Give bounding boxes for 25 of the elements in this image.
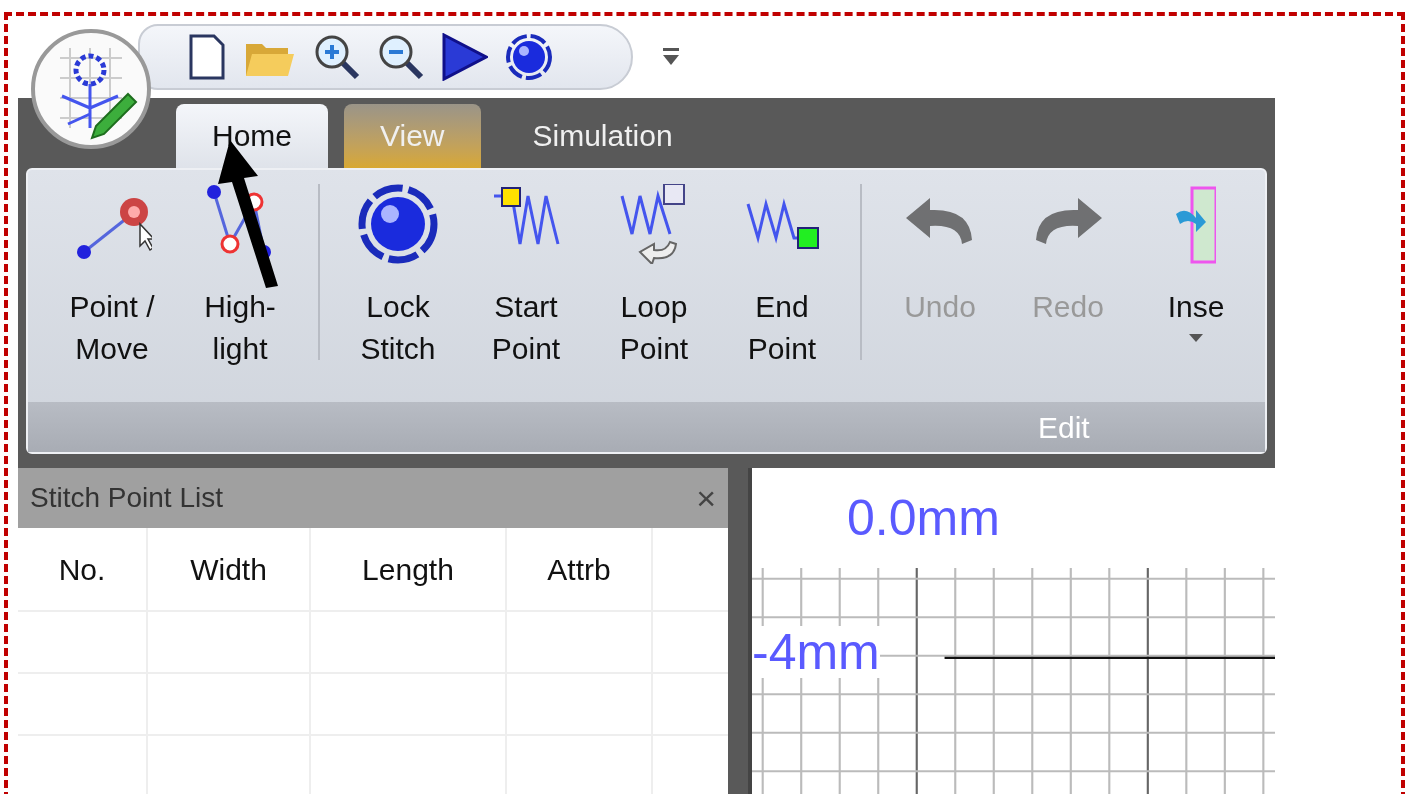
- app-logo[interactable]: [30, 28, 152, 150]
- group-label: Edit: [28, 402, 1265, 452]
- zoom-in-icon[interactable]: [314, 34, 360, 80]
- column-header[interactable]: Width: [148, 528, 311, 610]
- ribbon-tab[interactable]: Simulation: [496, 103, 709, 168]
- column-header[interactable]: Length: [311, 528, 507, 610]
- ruler-label: -4mm: [752, 626, 880, 678]
- ruler-label: 0.0mm: [847, 488, 1000, 548]
- ribbon-button[interactable]: Point / Move: [48, 183, 176, 370]
- stitch-ball-icon[interactable]: [506, 34, 552, 80]
- close-button[interactable]: ×: [696, 481, 716, 515]
- zoom-out-icon[interactable]: [378, 34, 424, 80]
- play-icon[interactable]: [442, 33, 488, 81]
- lock-stitch-icon: [358, 183, 438, 264]
- ribbon-tab[interactable]: Home: [176, 103, 329, 168]
- ribbon-button[interactable]: Inse: [1132, 183, 1260, 342]
- ribbon-button[interactable]: Start Point: [462, 183, 590, 370]
- new-document-icon[interactable]: [188, 34, 226, 80]
- customize-dropdown-icon[interactable]: [663, 48, 679, 66]
- ribbon-button[interactable]: Loop Point: [590, 183, 718, 370]
- ribbon-button[interactable]: End Point: [718, 183, 846, 370]
- ribbon-button[interactable]: Lock Stitch: [334, 183, 462, 370]
- panel-title: Stitch Point List: [30, 481, 223, 515]
- column-header[interactable]: Attrb: [507, 528, 653, 610]
- column-header[interactable]: No.: [18, 528, 148, 610]
